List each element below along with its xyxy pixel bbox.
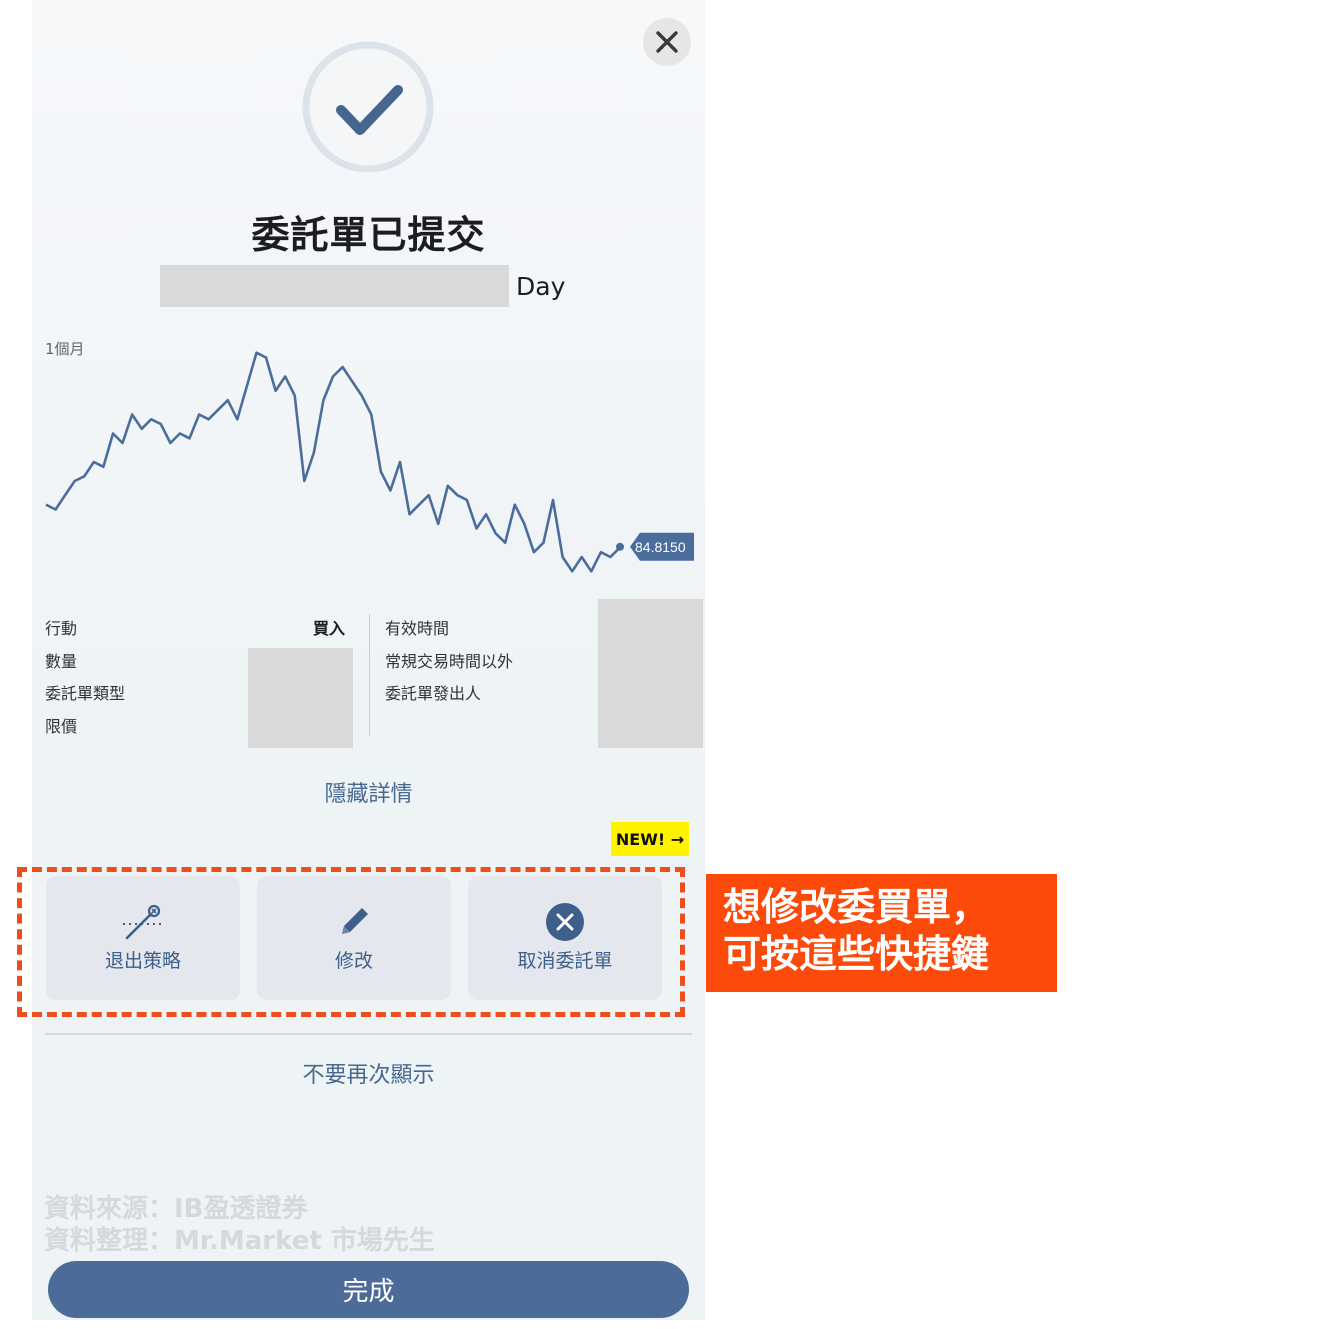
shortcut-highlight-box [17,867,685,1017]
section-divider [45,1033,692,1035]
detail-label-limit-price: 限價 [45,717,78,736]
detail-label-time-in-force: 有效時間 [385,619,450,638]
done-button[interactable]: 完成 [48,1261,689,1318]
watermark-author: 資料整理：Mr.Market 市場先生 [44,1226,435,1256]
detail-label-outside-rth: 常規交易時間以外 [385,652,514,671]
price-line [45,351,621,573]
last-price-label: 84.8150 [635,539,686,555]
time-in-force: Day [516,272,566,301]
new-badge: NEW! → [611,822,689,856]
dont-show-again-link[interactable]: 不要再次顯示 [32,1057,705,1089]
callout-line-1: 想修改委買單， [723,885,990,929]
redacted-values-left [248,648,353,748]
redacted-values-right [598,599,703,748]
detail-label-order-type: 委託單類型 [45,684,126,703]
redacted-symbol [160,265,509,307]
callout-line-2: 可按這些快捷鍵 [723,932,990,976]
hide-details-link[interactable]: 隱藏詳情 [32,776,705,808]
price-chart: 84.8150 [45,351,694,573]
annotation-callout: 想修改委買單， 可按這些快捷鍵 [706,874,1057,992]
detail-value-action: 買入 [313,619,346,638]
detail-label-action: 行動 [45,619,78,638]
detail-label-originator: 委託單發出人 [385,684,482,703]
success-check-icon [302,41,434,173]
close-icon [656,31,678,53]
detail-label-quantity: 數量 [45,652,78,671]
details-divider [369,614,370,736]
last-price-dot [616,542,624,551]
page-title: 委託單已提交 [251,213,486,257]
close-button[interactable] [643,18,691,66]
